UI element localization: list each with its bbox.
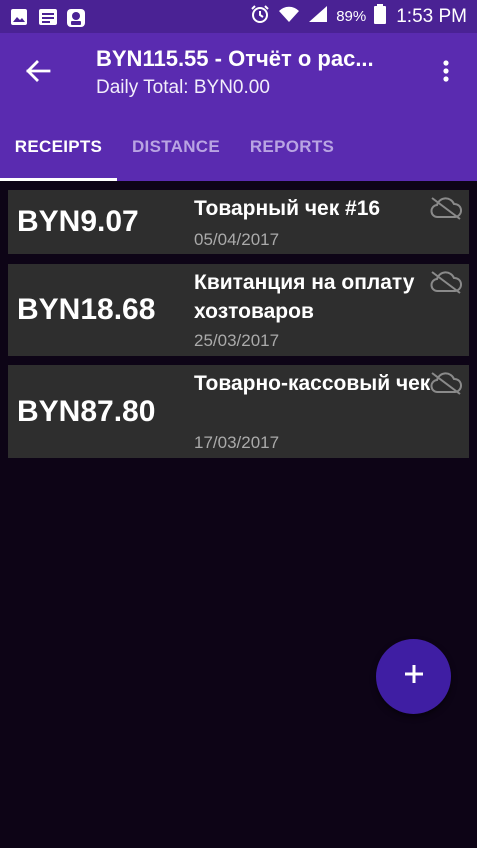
signal-icon [308,5,328,28]
status-left-icons [10,8,85,27]
receipt-item[interactable]: BYN9.07 Товарный чек #16 05/04/2017 [8,190,469,254]
status-right-icons: 89% 1:53 PM [250,4,467,29]
receipt-name: Товарно-кассовый чек [194,372,431,395]
app-bar: BYN115.55 - Отчёт о рас... Daily Total: … [0,33,477,113]
receipt-item[interactable]: BYN87.80 Товарно-кассовый чек 17/03/2017 [8,365,469,458]
receipt-price: BYN87.80 [17,394,156,428]
back-button[interactable] [18,53,58,93]
battery-icon [374,4,387,29]
tab-receipts[interactable]: RECEIPTS [0,113,117,181]
tab-bar: RECEIPTS DISTANCE REPORTS [0,113,477,181]
receipt-name: Товарный чек #16 [194,197,381,220]
daily-total: Daily Total: BYN0.00 [96,77,270,98]
gallery-icon [10,8,28,26]
overflow-menu-button[interactable] [429,55,463,91]
tab-reports[interactable]: REPORTS [235,113,349,181]
report-title: BYN115.55 - Отчёт о рас... [96,46,374,71]
cloud-off-icon [429,196,463,220]
receipt-price: BYN18.68 [17,293,156,326]
receipt-date: 17/03/2017 [194,433,280,452]
battery-percent: 89% [336,8,367,25]
alarm-icon [250,4,270,29]
add-icon [403,663,425,690]
more-vert-icon [443,59,449,87]
arrow-back-icon [25,59,51,88]
message-icon [38,8,57,26]
cloud-off-icon [429,371,463,395]
add-receipt-button[interactable] [376,639,451,714]
receipt-item[interactable]: BYN18.68 Квитанция на оплату хозтоваров … [8,264,469,356]
clock: 1:53 PM [396,5,467,27]
robot-icon [66,8,85,27]
receipt-price: BYN9.07 [17,205,139,238]
tab-distance[interactable]: DISTANCE [117,113,235,181]
receipt-date: 05/04/2017 [194,230,280,249]
tab-indicator [0,178,117,181]
receipt-name: Квитанция на оплату хозтоваров [194,271,415,323]
receipt-date: 25/03/2017 [194,331,280,350]
title-block: BYN115.55 - Отчёт о рас... Daily Total: … [96,45,426,101]
wifi-icon [278,5,300,28]
cloud-off-icon [429,270,463,294]
status-bar: 89% 1:53 PM [0,0,477,33]
